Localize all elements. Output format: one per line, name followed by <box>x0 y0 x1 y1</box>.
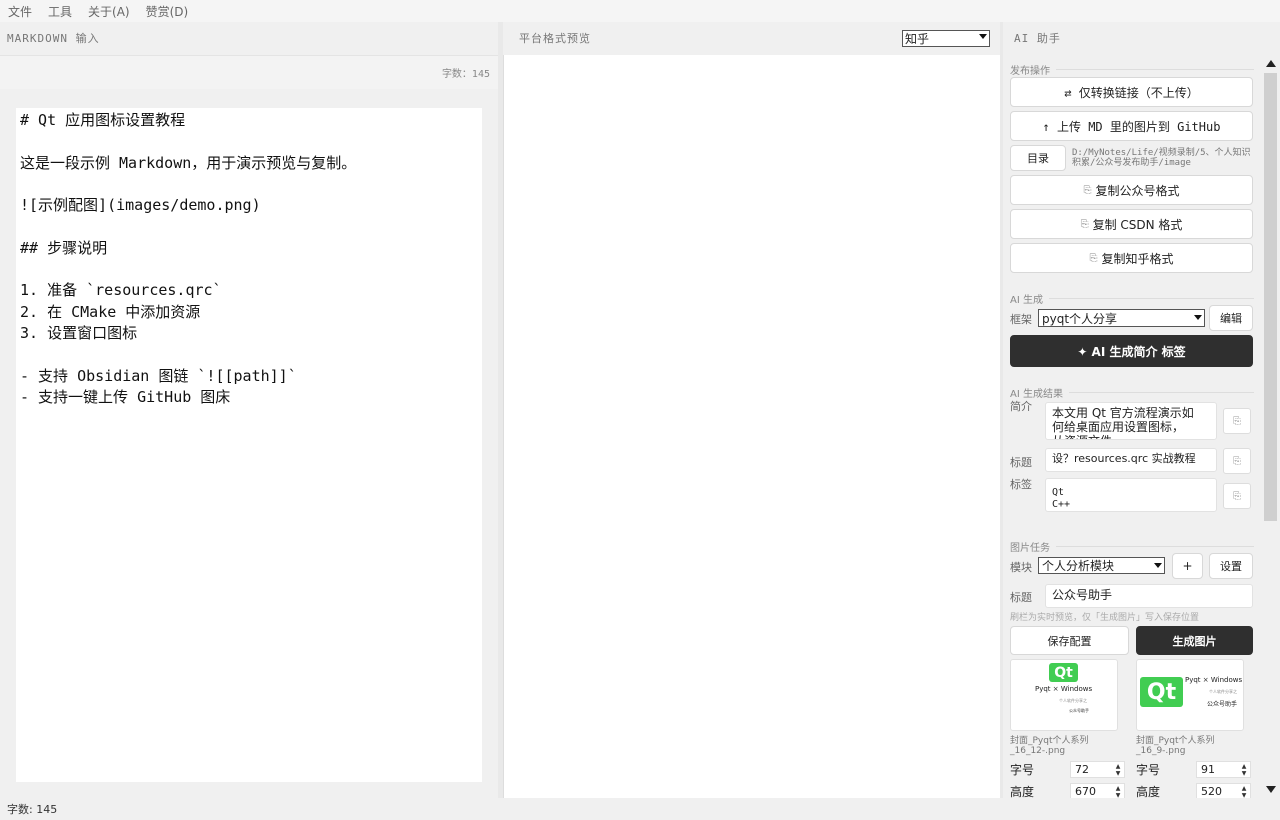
module-select[interactable]: 个人分析模块 <box>1038 557 1165 574</box>
save-config-button[interactable]: 保存配置 <box>1010 626 1129 655</box>
font-size-value-2: 91 <box>1201 763 1215 776</box>
word-count-label: 字数：145 <box>0 55 498 89</box>
chevron-down-icon <box>1154 563 1162 568</box>
menu-donate[interactable]: 赞赏(D) <box>146 3 189 20</box>
menu-bar: 文件 工具 关于(A) 赞赏(D) <box>0 0 1280 22</box>
copy-zhihu-label: 复制知乎格式 <box>1101 251 1174 266</box>
font-size-label-1: 字号 <box>1010 763 1035 777</box>
module-label: 模块 <box>1010 561 1032 574</box>
image-settings-button[interactable]: 设置 <box>1209 553 1253 579</box>
menu-tools[interactable]: 工具 <box>48 3 72 20</box>
publish-section-label: 发布操作 <box>1010 62 1254 77</box>
platform-select[interactable]: 知乎 <box>902 30 990 47</box>
thumb-line3: 公众号助手 <box>1069 708 1089 713</box>
edit-frame-button[interactable]: 编辑 <box>1209 305 1253 331</box>
image-title-value: 公众号助手 <box>1052 588 1113 602</box>
tags-textarea[interactable]: Qt C++ <box>1045 478 1217 512</box>
font-size-label-2: 字号 <box>1136 763 1161 777</box>
frame-select-value: pyqt个人分享 <box>1042 311 1118 326</box>
copy-intro-icon[interactable]: ⎘ <box>1223 408 1251 434</box>
chevron-down-icon <box>1194 315 1202 320</box>
height-value-1: 670 <box>1075 785 1096 798</box>
cover-caption-2: 封面_Pyqt个人系列_16_9-.png <box>1136 736 1215 756</box>
copy-zhihu-button[interactable]: ⎘ 复制知乎格式 <box>1010 243 1253 273</box>
status-word-count: 字数: 145 <box>7 803 58 816</box>
upload-github-button[interactable]: ↑ 上传 MD 里的图片到 GitHub <box>1010 111 1253 141</box>
qt-logo-icon: Qt <box>1049 663 1078 682</box>
copy-csdn-button[interactable]: ⎘ 复制 CSDN 格式 <box>1010 209 1253 239</box>
thumb-line2: 个人软件分享之 <box>1209 689 1237 694</box>
font-size-spinbox-2[interactable]: 91 ▲ ▼ <box>1196 761 1251 778</box>
thumb-line1: Pyqt × Windows <box>1035 685 1093 693</box>
qt-logo-icon: Qt <box>1140 677 1183 707</box>
copy-tags-icon[interactable]: ⎘ <box>1223 483 1251 509</box>
chevron-down-icon <box>979 34 987 39</box>
ai-sidebar: 发布操作 ⇄ 仅转换链接（不上传） ↑ 上传 MD 里的图片到 GitHub 目… <box>1003 55 1261 798</box>
result-section-label: AI 生成结果 <box>1010 385 1254 400</box>
copy-wechat-label: 复制公众号格式 <box>1095 183 1180 198</box>
menu-file[interactable]: 文件 <box>8 3 32 20</box>
markdown-panel-title: MARKDOWN 输入 <box>0 22 498 54</box>
add-module-button[interactable]: + <box>1172 553 1203 579</box>
copy-csdn-label: 复制 CSDN 格式 <box>1092 217 1183 232</box>
ai-generate-button[interactable]: ✦ AI 生成简介 标签 <box>1010 335 1253 367</box>
sidebar-scrollbar[interactable] <box>1261 55 1280 798</box>
height-label-2: 高度 <box>1136 785 1161 798</box>
directory-button[interactable]: 目录 <box>1010 145 1066 171</box>
spin-up-icon[interactable]: ▲ <box>1239 763 1249 770</box>
spin-up-icon[interactable]: ▲ <box>1113 785 1123 792</box>
tags-text: Qt C++ <box>1052 487 1071 510</box>
ai-section-label: AI 生成 <box>1010 291 1254 306</box>
copy-icon: ⎘ <box>1080 218 1089 230</box>
thumb-line3: 公众号助手 <box>1207 701 1238 708</box>
copy-title-icon[interactable]: ⎘ <box>1223 448 1251 474</box>
thumb-line1: Pyqt × Windows <box>1185 676 1243 684</box>
module-select-value: 个人分析模块 <box>1042 559 1115 573</box>
scroll-down-icon[interactable] <box>1266 786 1276 793</box>
copy-wechat-button[interactable]: ⎘ 复制公众号格式 <box>1010 175 1253 205</box>
cover-thumbnail-1[interactable]: Qt Pyqt × Windows 个人软件分享之 公众号助手 <box>1010 659 1118 731</box>
ai-panel-title: AI 助手 <box>1003 22 1280 54</box>
spin-up-icon[interactable]: ▲ <box>1239 785 1249 792</box>
font-size-value-1: 72 <box>1075 763 1089 776</box>
scroll-up-icon[interactable] <box>1266 60 1276 67</box>
intro-text: 本文用 Qt 官方流程演示如何给桌面应用设置图标，从资源文件 <box>1052 406 1194 439</box>
height-spinbox-2[interactable]: 520 ▲ ▼ <box>1196 783 1251 798</box>
height-label-1: 高度 <box>1010 785 1035 798</box>
spin-up-icon[interactable]: ▲ <box>1113 763 1123 770</box>
tags-label: 标签 <box>1010 478 1032 491</box>
result-title-text: 设？resources.qrc 实战教程 <box>1052 452 1196 465</box>
image-title-field[interactable]: 公众号助手 <box>1045 584 1253 608</box>
copy-icon: ⎘ <box>1083 184 1092 196</box>
spin-down-icon[interactable]: ▼ <box>1239 770 1249 777</box>
platform-select-value: 知乎 <box>905 32 930 46</box>
intro-label: 简介 <box>1010 400 1032 413</box>
menu-about[interactable]: 关于(A) <box>88 3 130 20</box>
generate-image-button[interactable]: 生成图片 <box>1136 626 1253 655</box>
cover-thumbnail-2[interactable]: Qt Pyqt × Windows 个人软件分享之 公众号助手 <box>1136 659 1244 731</box>
frame-label: 框架 <box>1010 313 1032 326</box>
image-title-label: 标题 <box>1010 591 1032 604</box>
cover-caption-1: 封面_Pyqt个人系列_16_12-.png <box>1010 736 1089 756</box>
status-bar: 字数: 145 <box>0 798 1280 820</box>
convert-links-button[interactable]: ⇄ 仅转换链接（不上传） <box>1010 77 1253 107</box>
result-title-label: 标题 <box>1010 456 1032 469</box>
height-spinbox-1[interactable]: 670 ▲ ▼ <box>1070 783 1125 798</box>
spin-down-icon[interactable]: ▼ <box>1113 770 1123 777</box>
image-hint-text: 刷栏为实时预览，仅「生成图片」写入保存位置 <box>1010 613 1200 623</box>
font-size-spinbox-1[interactable]: 72 ▲ ▼ <box>1070 761 1125 778</box>
markdown-editor[interactable]: # Qt 应用图标设置教程 这是一段示例 Markdown，用于演示预览与复制。… <box>16 108 482 782</box>
copy-icon: ⎘ <box>1089 252 1098 264</box>
scrollbar-thumb[interactable] <box>1264 73 1277 521</box>
image-section-label: 图片任务 <box>1010 539 1254 554</box>
result-title-field[interactable]: 设？resources.qrc 实战教程 <box>1045 448 1217 472</box>
height-value-2: 520 <box>1201 785 1222 798</box>
preview-area[interactable] <box>503 55 1000 798</box>
directory-path-label: D:/MyNotes/Life/视频录制/5、个人知识积累/公众号发布助手/im… <box>1072 148 1251 168</box>
thumb-line2: 个人软件分享之 <box>1059 698 1087 703</box>
frame-select[interactable]: pyqt个人分享 <box>1038 309 1205 327</box>
intro-textarea[interactable]: 本文用 Qt 官方流程演示如何给桌面应用设置图标，从资源文件 <box>1045 402 1217 440</box>
